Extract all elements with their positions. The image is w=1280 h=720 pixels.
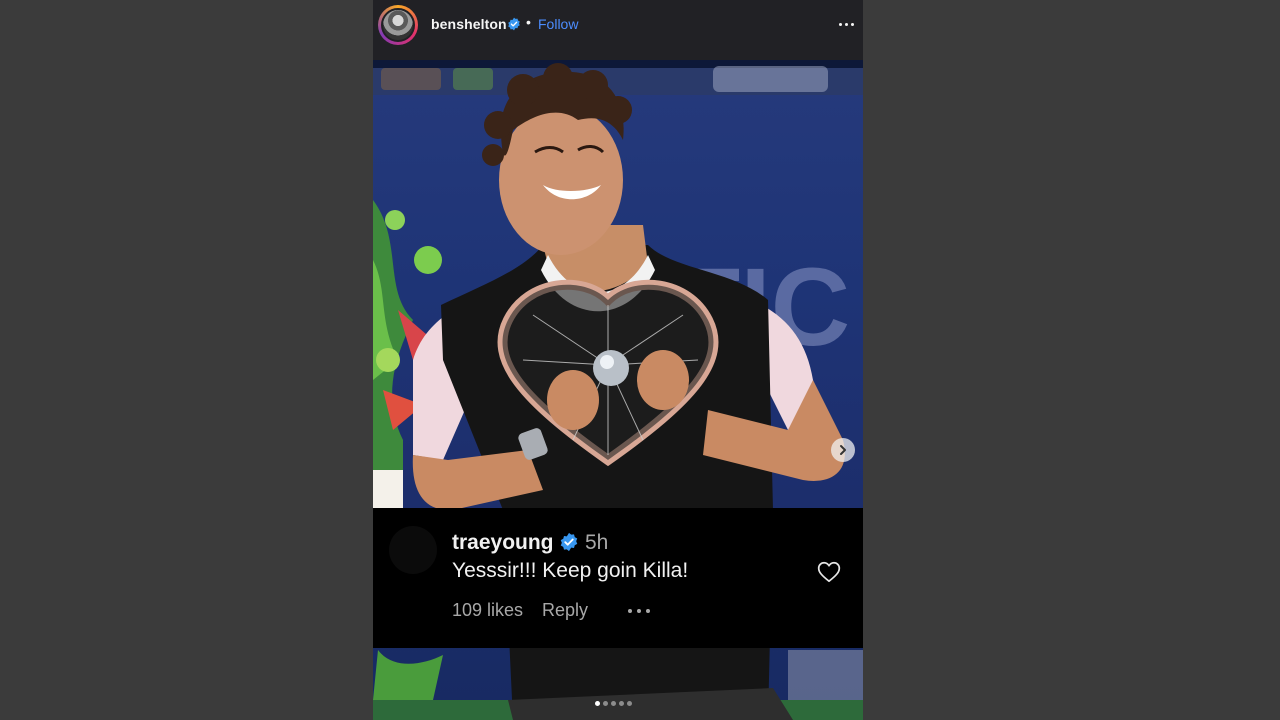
follow-button[interactable]: Follow (538, 16, 578, 32)
separator-dot: • (526, 14, 531, 30)
more-options-icon[interactable] (837, 14, 857, 34)
avatar-image (381, 8, 415, 42)
post-header: benshelton • Follow (373, 0, 863, 60)
reply-button[interactable]: Reply (542, 600, 588, 621)
comment-timestamp: 5h (585, 531, 609, 554)
carousel-dot[interactable] (611, 701, 616, 706)
heart-outline-icon[interactable] (816, 559, 842, 585)
verified-badge-icon (560, 532, 578, 552)
carousel-dot[interactable] (603, 701, 608, 706)
next-slide-button[interactable] (831, 438, 855, 462)
profile-avatar[interactable] (378, 5, 418, 45)
post-username[interactable]: benshelton (431, 16, 507, 32)
carousel-dot[interactable] (595, 701, 600, 706)
verified-badge-icon (508, 17, 520, 31)
comment-card: traeyoung 5h Yesssir!!! Keep goin Killa!… (373, 508, 863, 648)
carousel-indicator (595, 701, 632, 707)
carousel-dot[interactable] (619, 701, 624, 706)
commenter-username[interactable]: traeyoung (452, 531, 554, 555)
instagram-post: benshelton • Follow TIC (373, 0, 863, 720)
commenter-avatar[interactable] (389, 526, 437, 574)
carousel-dot[interactable] (627, 701, 632, 706)
chevron-right-icon (840, 445, 846, 455)
viewer-backdrop[interactable]: benshelton • Follow TIC (0, 0, 1280, 720)
comment-text: Yesssir!!! Keep goin Killa! (452, 559, 689, 582)
comment-likes-count[interactable]: 109 likes (452, 600, 523, 621)
comment-more-icon[interactable] (626, 606, 654, 616)
